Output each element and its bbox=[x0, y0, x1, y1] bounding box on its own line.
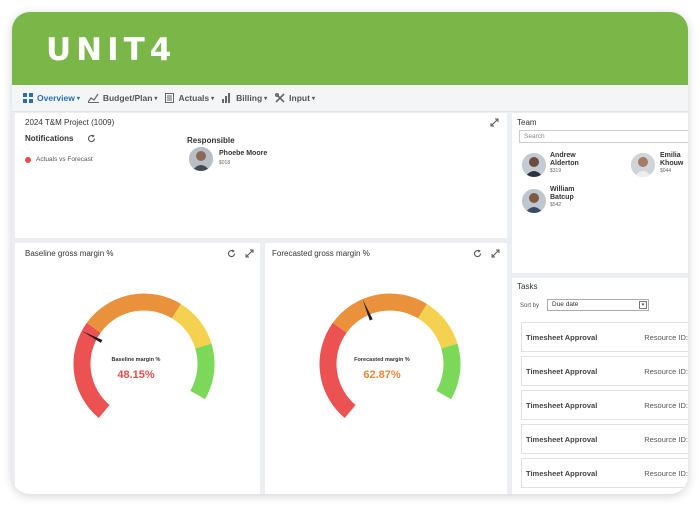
refresh-icon[interactable] bbox=[87, 134, 96, 143]
last-name: Khouw bbox=[660, 160, 684, 168]
forecast-gauge-label: Forecasted margin % bbox=[354, 357, 410, 363]
baseline-gauge-value: 48.15% bbox=[117, 369, 155, 381]
nav-label: Actuals bbox=[178, 93, 210, 103]
task-resource: Resource ID: bbox=[644, 332, 688, 342]
panel-actions bbox=[227, 249, 254, 258]
nav-label: Input bbox=[289, 93, 310, 103]
notifications-label: Notifications bbox=[25, 134, 74, 143]
app-frame: UNIT4 Overview ▾ Budget/Plan ▾ Actuals ▾ Bi… bbox=[12, 12, 688, 494]
notification-item[interactable]: Actuals vs Forecast bbox=[25, 156, 93, 163]
chevron-down-icon: ▾ bbox=[639, 301, 647, 309]
team-title: Team bbox=[517, 118, 537, 127]
forecast-gauge-title: Forecasted gross margin % bbox=[272, 249, 370, 258]
nav-budget-plan[interactable]: Budget/Plan ▾ bbox=[87, 93, 158, 103]
responsible-heading: Responsible bbox=[187, 136, 235, 145]
document-icon bbox=[165, 93, 175, 103]
task-resource: Resource ID: bbox=[644, 366, 688, 376]
task-item[interactable]: Timesheet Approval Resource ID: bbox=[521, 356, 688, 386]
avatar bbox=[522, 153, 546, 177]
baseline-gauge-title: Baseline gross margin % bbox=[25, 249, 114, 258]
expand-icon[interactable] bbox=[491, 249, 500, 258]
sort-select[interactable]: Due date ▾ bbox=[547, 299, 649, 311]
task-title: Timesheet Approval bbox=[526, 400, 598, 410]
tools-icon bbox=[275, 93, 285, 103]
task-item[interactable]: Timesheet Approval Resource ID: bbox=[521, 458, 688, 488]
notification-text: Actuals vs Forecast bbox=[36, 156, 93, 163]
notifications-heading: Notifications bbox=[25, 134, 73, 143]
team-member-id: $319 bbox=[550, 168, 562, 174]
panel-actions bbox=[473, 249, 500, 258]
team-member-name: William Batcup bbox=[550, 186, 574, 202]
header-banner: UNIT4 bbox=[12, 12, 688, 85]
tasks-title: Tasks bbox=[517, 282, 538, 291]
nav-label: Overview bbox=[37, 93, 75, 103]
responsible-name: Phoebe Moore bbox=[219, 150, 268, 157]
grid-icon bbox=[23, 93, 33, 103]
nav-label: Billing bbox=[236, 93, 263, 103]
team-search-input[interactable]: Search bbox=[519, 130, 688, 143]
team-member-name: Emilia Khouw bbox=[660, 152, 683, 168]
responsible-id: $018 bbox=[219, 160, 231, 166]
last-name: Alderton bbox=[550, 160, 579, 168]
nav-billing[interactable]: Billing ▾ bbox=[222, 93, 267, 103]
chevron-down-icon: ▾ bbox=[311, 95, 315, 102]
forecast-gauge-value: 62.87% bbox=[363, 369, 401, 381]
expand-icon[interactable] bbox=[245, 249, 254, 258]
sort-label: Sort by bbox=[520, 303, 540, 309]
avatar bbox=[631, 153, 655, 177]
gauge-segment bbox=[190, 343, 215, 400]
task-item[interactable]: Timesheet Approval Resource ID: bbox=[521, 390, 688, 420]
baseline-gauge-label: Baseline margin % bbox=[111, 357, 161, 363]
chevron-down-icon: ▾ bbox=[264, 95, 268, 102]
gauge-segment bbox=[171, 303, 212, 349]
nav-label: Budget/Plan bbox=[102, 93, 153, 103]
first-name: Andrew bbox=[550, 152, 576, 159]
nav-overview[interactable]: Overview ▾ bbox=[23, 93, 80, 103]
task-title: Timesheet Approval bbox=[526, 366, 598, 376]
alert-dot-icon bbox=[25, 156, 31, 163]
team-member-id: $542 bbox=[550, 202, 562, 208]
gauge-segment bbox=[417, 303, 458, 349]
gauge-segment bbox=[86, 293, 181, 333]
task-resource: Resource ID: bbox=[644, 434, 688, 444]
expand-icon[interactable] bbox=[490, 118, 499, 127]
task-item[interactable]: Timesheet Approval Resource ID: bbox=[521, 322, 688, 352]
task-title: Timesheet Approval bbox=[526, 468, 598, 478]
avatar bbox=[189, 147, 213, 171]
project-title: 2024 T&M Project (1009) bbox=[25, 118, 115, 127]
team-member-id: $044 bbox=[660, 168, 672, 174]
gauge-segment bbox=[332, 293, 427, 333]
team-member-name: Andrew Alderton bbox=[550, 152, 579, 168]
chevron-down-icon: ▾ bbox=[154, 95, 158, 102]
chart-icon bbox=[87, 93, 99, 103]
refresh-icon[interactable] bbox=[473, 249, 482, 258]
task-resource: Resource ID: bbox=[644, 468, 688, 478]
refresh-icon[interactable] bbox=[227, 249, 236, 258]
task-item[interactable]: Timesheet Approval Resource ID: bbox=[521, 424, 688, 454]
sort-value: Due date bbox=[552, 301, 579, 308]
nav-actuals[interactable]: Actuals ▾ bbox=[165, 93, 214, 103]
bar-chart-icon bbox=[222, 93, 231, 103]
last-name: Batcup bbox=[550, 194, 574, 202]
task-title: Timesheet Approval bbox=[526, 332, 598, 342]
first-name: William bbox=[550, 186, 575, 193]
avatar bbox=[522, 189, 546, 213]
gauge-segment bbox=[436, 343, 461, 400]
nav-bar: Overview ▾ Budget/Plan ▾ Actuals ▾ Billing ▾… bbox=[12, 85, 688, 112]
chevron-down-icon: ▾ bbox=[76, 95, 80, 102]
chevron-down-icon: ▾ bbox=[211, 95, 215, 102]
unit4-logo: UNIT4 bbox=[46, 32, 177, 68]
task-resource: Resource ID: bbox=[644, 400, 688, 410]
first-name: Emilia bbox=[660, 152, 681, 159]
nav-input[interactable]: Input ▾ bbox=[275, 93, 315, 103]
project-panel bbox=[15, 113, 507, 238]
task-title: Timesheet Approval bbox=[526, 434, 598, 444]
